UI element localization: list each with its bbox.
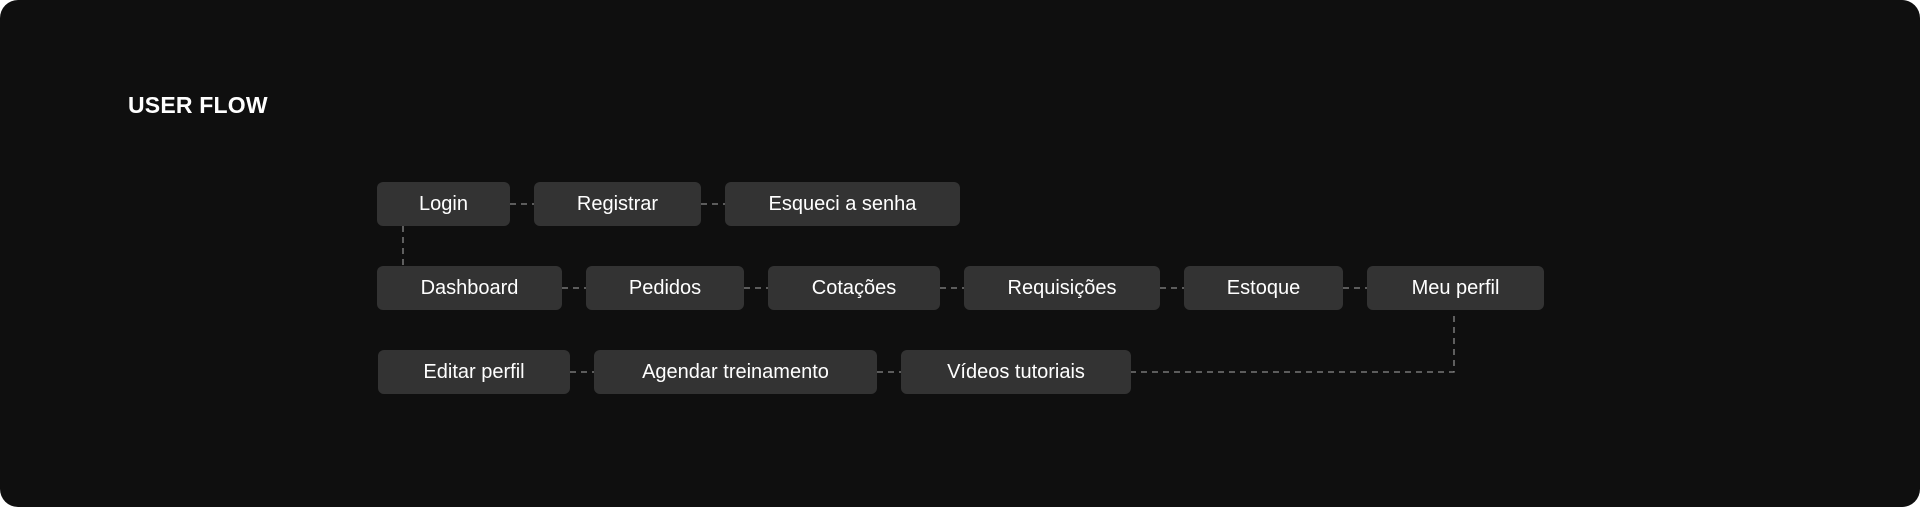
node-estoque[interactable]: Estoque <box>1184 266 1343 310</box>
node-registrar[interactable]: Registrar <box>534 182 701 226</box>
connector-meuperfil-videos <box>1131 316 1455 373</box>
node-agendar-treinamento[interactable]: Agendar treinamento <box>594 350 877 394</box>
node-login[interactable]: Login <box>377 182 510 226</box>
node-editar-perfil[interactable]: Editar perfil <box>378 350 570 394</box>
node-cotacoes[interactable]: Cotações <box>768 266 940 310</box>
connector-lines <box>402 203 1455 373</box>
node-requisicoes[interactable]: Requisições <box>964 266 1160 310</box>
node-dashboard[interactable]: Dashboard <box>377 266 562 310</box>
node-pedidos[interactable]: Pedidos <box>586 266 744 310</box>
node-videos-tutoriais[interactable]: Vídeos tutoriais <box>901 350 1131 394</box>
node-meu-perfil[interactable]: Meu perfil <box>1367 266 1544 310</box>
node-esqueci-a-senha[interactable]: Esqueci a senha <box>725 182 960 226</box>
user-flow-canvas: USER FLOW Login Registrar Esqueci a senh… <box>0 0 1920 507</box>
